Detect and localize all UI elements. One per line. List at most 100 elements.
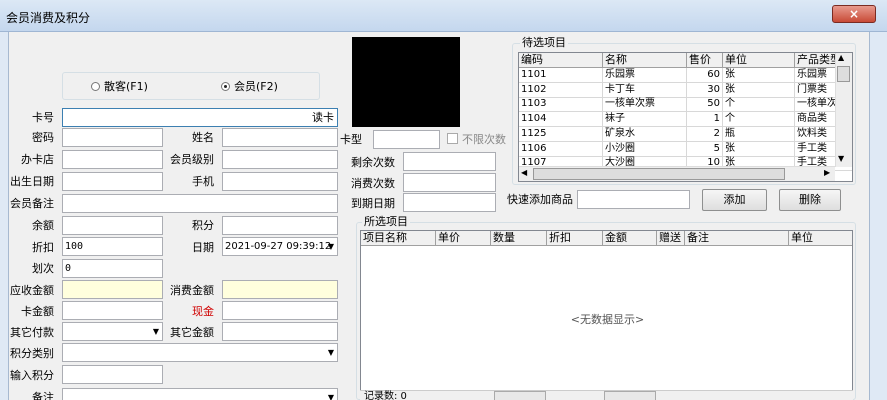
member-level-label: 会员级别 [170,153,214,166]
nav-button[interactable] [604,391,656,400]
selected-grid: 项目名称 单价 数量 折扣 金额 赠送 备注 单位 <无数据显示> [360,230,853,400]
mobile-input[interactable] [222,172,338,191]
column-header[interactable]: 售价 [687,53,723,68]
add-button[interactable]: 添加 [702,189,767,211]
table-row[interactable]: 1103 一核单次票 50 个一核单次 [519,97,852,113]
other-payment-select[interactable]: ▼ [62,322,163,341]
customer-type-group [62,72,320,100]
horizontal-scrollbar[interactable]: ◀ ▶ [519,166,835,181]
title-bar [0,0,887,32]
window-title: 会员消费及积分 [6,11,91,25]
card-amount-label: 卡金额 [21,305,54,318]
table-cell: 小沙圈 [603,141,687,157]
balance-input[interactable] [62,216,163,235]
deduct-times-label: 划次 [32,262,54,275]
delete-button[interactable]: 删除 [779,189,841,211]
scroll-up-icon[interactable]: ▲ [838,53,844,62]
column-header[interactable]: 数量 [491,231,547,246]
table-cell: 60 [687,68,723,83]
scroll-left-icon[interactable]: ◀ [521,168,527,177]
name-input[interactable] [222,128,338,147]
column-header[interactable]: 赠送 [657,231,685,246]
other-amount-input[interactable] [222,322,338,341]
column-header[interactable]: 折扣 [547,231,603,246]
receivable-input[interactable] [62,280,163,299]
member-level-input[interactable] [222,150,338,169]
column-header[interactable]: 单位 [723,53,795,68]
note-select[interactable]: ▼ [62,388,338,400]
consume-times-input[interactable] [403,173,496,192]
member-note-label: 会员备注 [10,197,54,210]
other-payment-label: 其它付款 [10,326,54,339]
discount-input[interactable]: 100 [62,237,163,256]
scroll-right-icon[interactable]: ▶ [824,168,830,177]
candidates-grid: 编码 名称 售价 单位 产品类型 1101 乐园票 60 张乐园票 1102 卡丁车 30 张门票类 1… [518,52,853,182]
column-header[interactable]: 备注 [685,231,789,246]
deduct-times-input[interactable]: 0 [62,259,163,278]
card-amount-input[interactable] [62,301,163,320]
consume-amount-label: 消费金额 [170,284,214,297]
expire-date-input[interactable] [403,193,496,212]
column-header[interactable]: 项目名称 [361,231,436,246]
table-cell: 1106 [519,141,603,157]
input-points-input[interactable] [62,365,163,384]
issue-store-input[interactable] [62,150,163,169]
hscroll-thumb[interactable] [533,168,785,180]
table-row[interactable]: 1125 矿泉水 2 瓶饮料类 [519,126,852,142]
expire-date-label: 到期日期 [351,197,395,210]
walkin-label: 散客(F1) [104,80,148,93]
column-header[interactable]: 单价 [436,231,491,246]
input-points-label: 输入积分 [10,369,54,382]
card-no-label: 卡号 [32,111,54,124]
chevron-down-icon[interactable]: ▼ [328,344,334,361]
remaining-times-label: 剩余次数 [351,156,395,169]
chevron-down-icon[interactable]: ▼ [153,323,159,340]
table-cell: 乐园票 [603,68,687,83]
table-cell: 1104 [519,112,603,128]
cash-input[interactable] [222,301,338,320]
points-category-label: 积分类别 [10,347,54,360]
walkin-radio[interactable] [91,82,100,91]
consume-amount-input[interactable] [222,280,338,299]
selected-title: 所选项目 [362,215,410,228]
birth-date-input[interactable] [62,172,163,191]
card-type-input[interactable] [373,130,440,149]
table-cell: 张 [723,68,795,83]
empty-message: <无数据显示> [570,313,645,326]
column-header[interactable]: 单位 [789,231,852,246]
column-header[interactable]: 名称 [603,53,687,68]
column-header[interactable]: 金额 [603,231,657,246]
balance-label: 余额 [32,219,54,232]
unlimited-checkbox[interactable] [447,133,458,144]
table-row[interactable]: 1106 小沙圈 5 张手工类 [519,141,852,157]
member-photo [352,37,460,127]
table-row[interactable]: 1101 乐园票 60 张乐园票 [519,68,852,83]
nav-button[interactable] [494,391,546,400]
close-button[interactable]: × [832,5,876,23]
card-no-input[interactable] [62,108,338,127]
points-input[interactable] [222,216,338,235]
remaining-times-input[interactable] [403,152,496,171]
name-label: 姓名 [192,131,214,144]
table-cell: 矿泉水 [603,126,687,142]
vertical-scrollbar[interactable]: ▲ ▼ [835,53,852,167]
chevron-down-icon[interactable]: ▼ [328,389,334,400]
table-row[interactable]: 1104 袜子 1 个商品类 [519,112,852,128]
birth-date-label: 出生日期 [10,175,54,188]
date-picker[interactable]: 2021-09-27 09:39:12 ▼ [222,237,338,256]
scroll-down-icon[interactable]: ▼ [838,154,844,163]
table-cell: 1103 [519,97,603,113]
points-category-select[interactable]: ▼ [62,343,338,362]
table-row[interactable]: 1102 卡丁车 30 张门票类 [519,82,852,98]
scroll-thumb[interactable] [837,66,850,82]
password-input[interactable] [62,128,163,147]
member-note-input[interactable] [62,194,338,213]
member-radio[interactable] [221,82,230,91]
quick-add-input[interactable] [577,190,690,209]
chevron-down-icon[interactable]: ▼ [328,238,334,255]
read-card-link[interactable]: 读卡 [312,111,334,124]
candidates-title: 待选项目 [520,36,568,49]
quick-add-label: 快速添加商品 [507,193,573,206]
record-count: 记录数: 0 [364,391,407,400]
column-header[interactable]: 编码 [519,53,603,68]
